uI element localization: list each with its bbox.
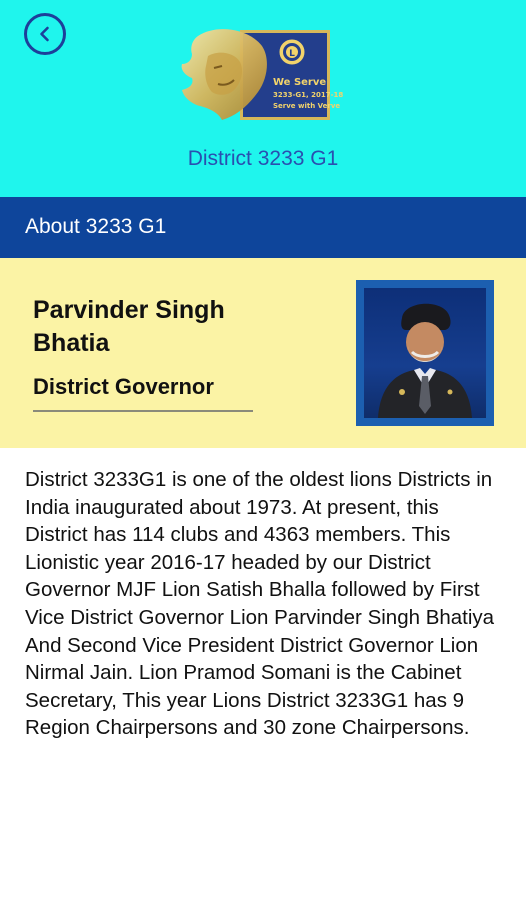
profile-photo [364, 288, 486, 418]
person-name: Parvinder Singh Bhatia [33, 296, 225, 357]
profile-card: Parvinder Singh Bhatia District Governor [0, 258, 526, 448]
lion-head-icon [181, 29, 267, 120]
about-title: About 3233 G1 [25, 215, 167, 238]
person-portrait-icon [378, 303, 472, 418]
role-divider [33, 410, 253, 412]
badge-district-year: 3233-G1, 2017-18 [273, 91, 344, 99]
badge-motto: We Serve [273, 77, 327, 88]
page: L We Serve 3233-G1, 2017-18 Serve with V… [0, 0, 526, 900]
about-description: District 3233G1 is one of the oldest lio… [25, 468, 495, 740]
district-logo: L We Serve 3233-G1, 2017-18 Serve with V… [178, 26, 344, 124]
chevron-left-icon [40, 26, 49, 42]
badge-tagline: Serve with Verve [273, 102, 341, 110]
svg-text:L: L [289, 49, 295, 59]
lions-emblem-icon: L [278, 38, 306, 66]
about-bar: About 3233 G1 [0, 197, 526, 258]
person-role: District Governor [33, 374, 214, 399]
header: L We Serve 3233-G1, 2017-18 Serve with V… [0, 0, 526, 197]
profile-photo-frame [356, 280, 494, 426]
back-button[interactable] [24, 13, 66, 55]
district-title: District 3233 G1 [187, 147, 339, 170]
